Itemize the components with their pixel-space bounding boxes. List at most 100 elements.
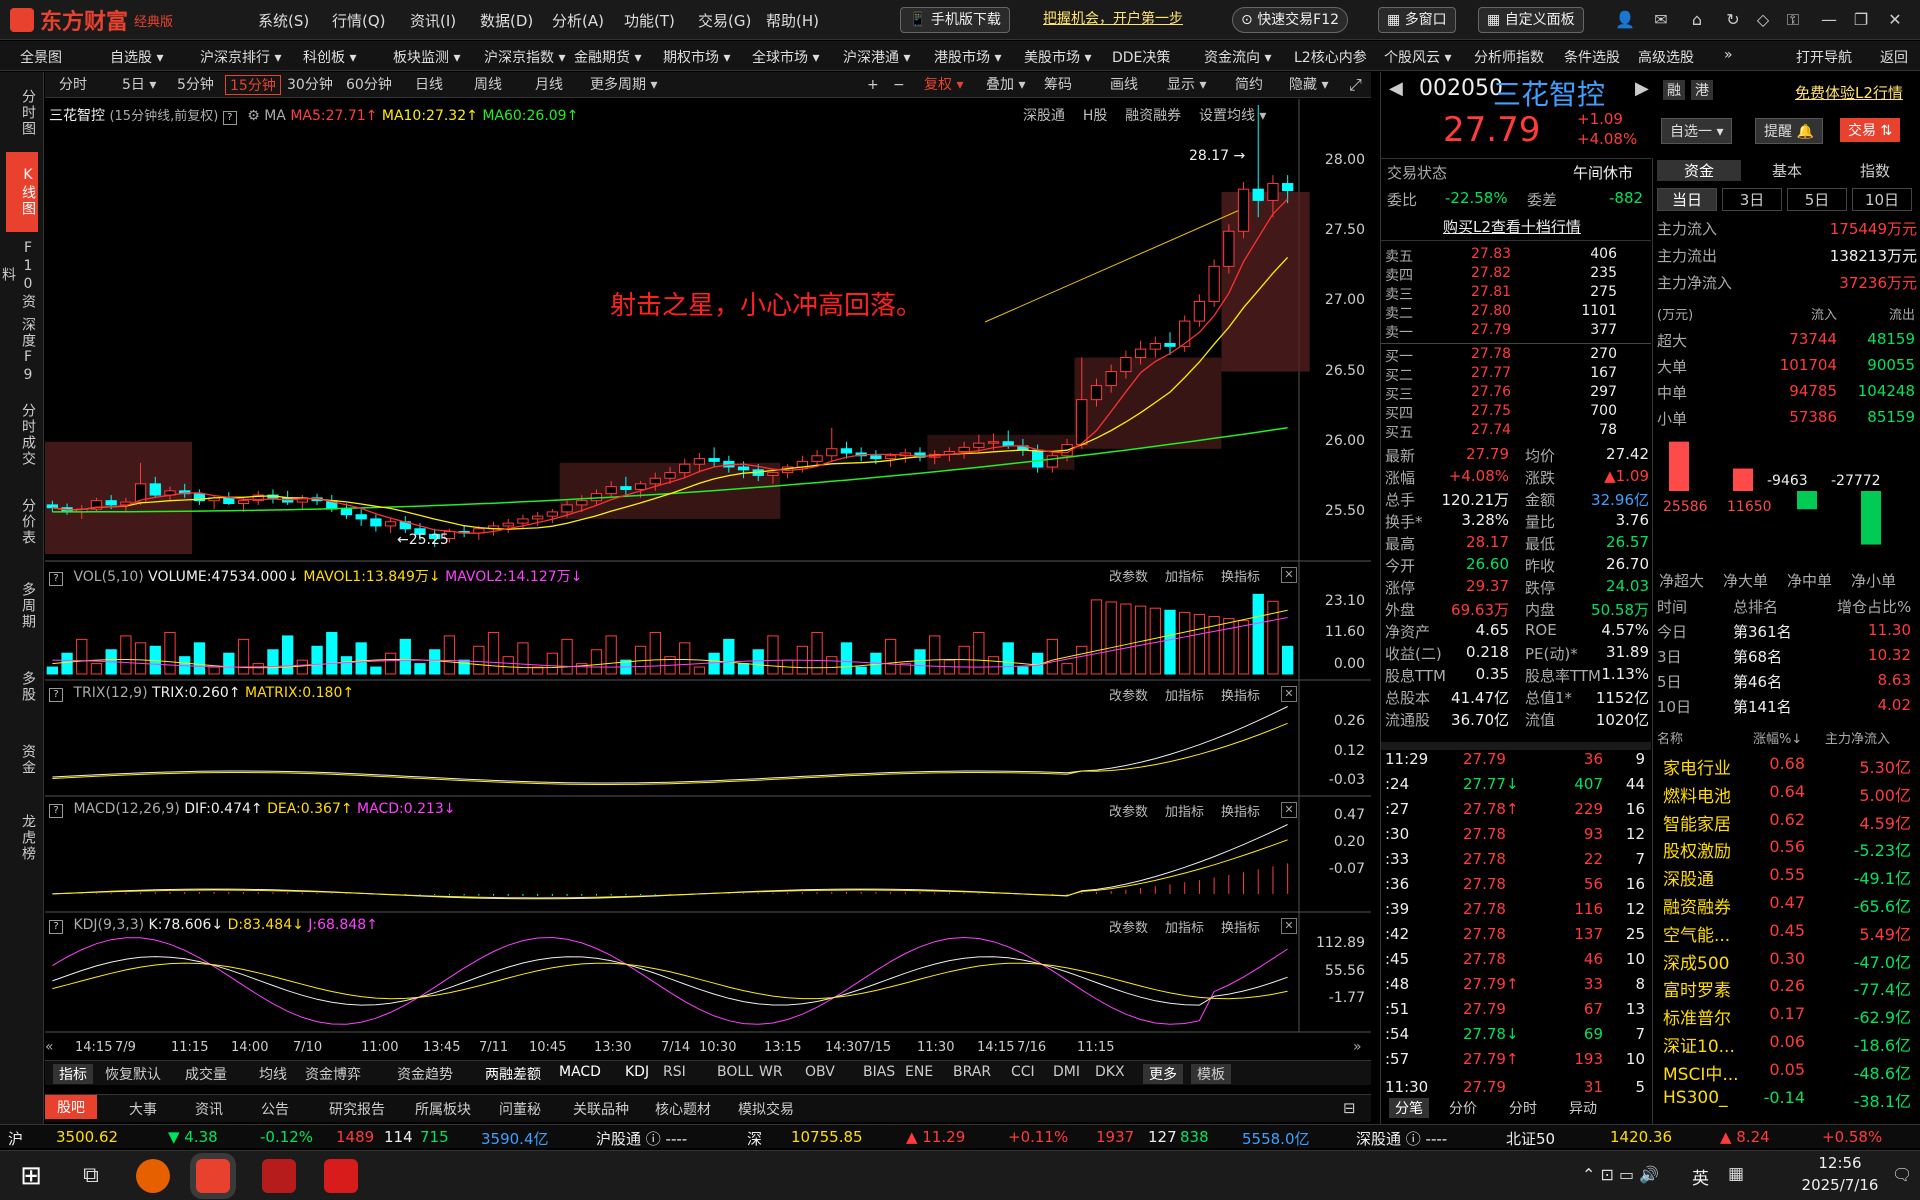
indicator-tab-2[interactable]: 成交量	[185, 1064, 227, 1084]
user-icon[interactable]: 👤	[1614, 9, 1636, 31]
fund-tab-1[interactable]: 基本	[1745, 160, 1829, 181]
indicator-tab-14[interactable]: ENE	[905, 1064, 933, 1080]
prev-stock-icon[interactable]: ◀	[1389, 78, 1403, 99]
side-item-8[interactable]: 资金	[6, 728, 38, 792]
toolbar-item-4[interactable]: 30分钟	[283, 75, 337, 95]
firefox-icon[interactable]	[136, 1159, 170, 1193]
side-item-9[interactable]: 龙虎榜	[6, 798, 38, 878]
panel-action-2[interactable]: 换指标	[1221, 566, 1260, 585]
toolbar-item-18[interactable]: 隐藏 ▾	[1285, 75, 1332, 95]
indicator-tab-13[interactable]: BIAS	[863, 1064, 895, 1080]
nav-item-5[interactable]: 沪深京指数 ▾	[484, 47, 565, 67]
link-margin[interactable]: 融资融券	[1125, 108, 1181, 124]
side-item-0[interactable]: 分时图	[6, 78, 38, 148]
indicator-tab-4[interactable]: 资金博弈	[305, 1064, 361, 1084]
nav-item-4[interactable]: 板块监测 ▾	[393, 47, 460, 67]
settings-gear-icon[interactable]: ⚙	[247, 108, 260, 124]
nav-item-7[interactable]: 期权市场 ▾	[663, 47, 730, 67]
alert-button[interactable]: 提醒 🔔	[1755, 118, 1823, 144]
toolbar-item-6[interactable]: 日线	[411, 75, 447, 95]
help-icon[interactable]: ?	[49, 804, 63, 818]
lower-tab-1[interactable]: 大事	[129, 1099, 157, 1119]
indicator-tab-17[interactable]: DMI	[1053, 1064, 1080, 1080]
nav-item-3[interactable]: 科创板 ▾	[303, 47, 356, 67]
lower-tab-8[interactable]: 核心题材	[655, 1099, 711, 1119]
side-item-6[interactable]: 多周期	[6, 568, 38, 644]
sector-name[interactable]: 燃料电池	[1663, 782, 1731, 807]
indicator-tab-5[interactable]: 资金趋势	[397, 1064, 453, 1084]
panel-action-0[interactable]: 改参数	[1109, 566, 1148, 585]
indicator-tab-15[interactable]: BRAR	[953, 1064, 991, 1080]
indicator-tab-16[interactable]: CCI	[1011, 1064, 1035, 1080]
sector-name[interactable]: 家电行业	[1663, 754, 1731, 779]
sgt-label[interactable]: 深股通 ⓘ ----	[1356, 1128, 1447, 1149]
nav-item-11[interactable]: 美股市场 ▾	[1024, 47, 1091, 67]
lower-tab-2[interactable]: 资讯	[195, 1099, 223, 1119]
multi-window-button[interactable]: ▦ 多窗口	[1378, 7, 1456, 33]
promo-link[interactable]: 把握机会，开户第一步	[1035, 7, 1191, 33]
fund-tab-0[interactable]: 资金	[1657, 160, 1741, 181]
ime-indicator[interactable]: 英	[1692, 1164, 1709, 1189]
menu-item-5[interactable]: 功能(T)	[624, 10, 675, 31]
tick-tab-2[interactable]: 分时	[1509, 1098, 1537, 1118]
lower-tab-6[interactable]: 问董秘	[499, 1099, 541, 1119]
panel-action-2[interactable]: 换指标	[1221, 917, 1260, 936]
nav-item-13[interactable]: 资金流向 ▾	[1204, 47, 1271, 67]
indicator-tab-9[interactable]: RSI	[663, 1064, 686, 1080]
tick-tab-3[interactable]: 异动	[1569, 1098, 1597, 1118]
toolbar-item-13[interactable]: 叠加 ▾	[982, 75, 1029, 95]
minimize-icon[interactable]: —	[1818, 9, 1840, 31]
sector-name[interactable]: 富时罗素	[1663, 976, 1731, 1001]
task-view-icon[interactable]: ⧉	[74, 1159, 108, 1193]
shirt-icon[interactable]: ◇	[1752, 9, 1774, 31]
clock-date[interactable]: 2025/7/16	[1800, 1176, 1880, 1194]
sector-name[interactable]: MSCI中...	[1663, 1060, 1739, 1085]
help-icon[interactable]: ?	[49, 572, 63, 586]
indicator-tab-3[interactable]: 均线	[259, 1064, 287, 1084]
toolbar-item-14[interactable]: 筹码	[1040, 75, 1076, 95]
next-stock-icon[interactable]: ▶	[1635, 78, 1649, 99]
sector-name[interactable]: 智能家居	[1663, 810, 1731, 835]
link-sgt[interactable]: 深股通	[1023, 108, 1065, 124]
panel-action-1[interactable]: 加指标	[1165, 685, 1204, 704]
lock-icon[interactable]: ⚿	[1782, 9, 1804, 31]
windows-start-icon[interactable]: ⊞	[14, 1159, 48, 1193]
indicator-tab-12[interactable]: OBV	[805, 1064, 835, 1080]
sector-name[interactable]: 融资融券	[1663, 893, 1731, 918]
indicator-tab-0[interactable]: 指标	[53, 1064, 93, 1084]
eastmoney-taskbar-icon[interactable]	[196, 1159, 230, 1193]
menu-item-7[interactable]: 帮助(H)	[766, 10, 819, 31]
panel-close-icon[interactable]: ✕	[1281, 686, 1297, 702]
buy-l2-link[interactable]: 购买L2查看十档行情	[1443, 216, 1581, 237]
link-ma-settings[interactable]: 设置均线 ▾	[1199, 108, 1266, 124]
menu-item-3[interactable]: 数据(D)	[480, 10, 533, 31]
panel-close-icon[interactable]: ✕	[1281, 802, 1297, 818]
app-red-icon[interactable]	[324, 1159, 358, 1193]
sector-name[interactable]: 空气能...	[1663, 921, 1730, 946]
panel-action-0[interactable]: 改参数	[1109, 801, 1148, 820]
hgt-label[interactable]: 沪股通 ⓘ ----	[596, 1128, 687, 1149]
fund-tab-2[interactable]: 指数	[1833, 160, 1917, 181]
sector-name[interactable]: 标准普尔	[1663, 1004, 1731, 1029]
link-hshare[interactable]: H股	[1083, 108, 1108, 124]
fast-trade-button[interactable]: ⊙ 快速交易F12	[1232, 7, 1349, 33]
panel-action-0[interactable]: 改参数	[1109, 685, 1148, 704]
nav-item-2[interactable]: 沪深京排行 ▾	[200, 47, 281, 67]
panel-action-2[interactable]: 换指标	[1221, 685, 1260, 704]
toolbar-item-10[interactable]: +	[863, 75, 883, 95]
nav-item-19[interactable]: »	[1724, 47, 1733, 63]
help-icon[interactable]: ?	[49, 920, 63, 934]
sector-name[interactable]: HS300_	[1663, 1088, 1728, 1108]
l2-trial-link[interactable]: 免费体验L2行情	[1795, 82, 1903, 103]
nav-item-10[interactable]: 港股市场 ▾	[934, 47, 1001, 67]
menu-item-1[interactable]: 行情(Q)	[332, 10, 386, 31]
toolbar-item-1[interactable]: 5日 ▾	[118, 75, 160, 95]
home-icon[interactable]: ⌂	[1686, 9, 1708, 31]
side-item-3[interactable]: 深度F9	[6, 316, 38, 386]
toolbar-item-3[interactable]: 15分钟	[225, 75, 281, 95]
toolbar-item-8[interactable]: 月线	[531, 75, 567, 95]
notification-icon[interactable]: 🗨	[1892, 1165, 1912, 1184]
indicator-tab-19[interactable]: 更多	[1143, 1064, 1183, 1084]
nav-item-17[interactable]: 条件选股	[1564, 47, 1620, 67]
toolbar-item-12[interactable]: 复权 ▾	[920, 75, 967, 95]
